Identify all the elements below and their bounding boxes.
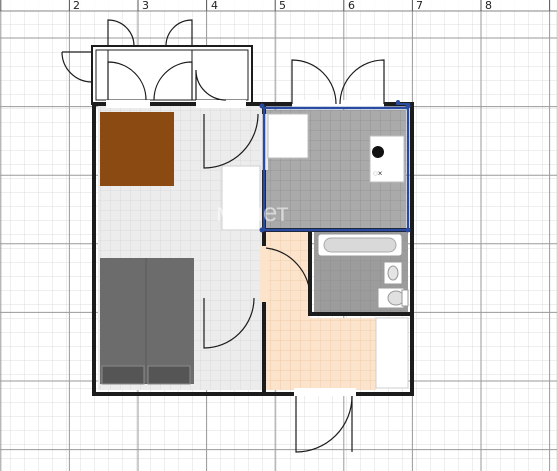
bed[interactable] [100,258,194,385]
ruler-mark-2: 2 [73,0,80,12]
cooker-burner-icon [372,146,384,158]
selection-handle[interactable] [405,227,411,233]
wardrobe[interactable] [100,112,174,186]
hallway-tiles-lower [266,318,376,390]
washbasin[interactable] [383,261,403,285]
fridge[interactable] [267,113,309,159]
top-ruler: 2 3 4 5 6 7 8 [0,0,557,12]
selection-handle[interactable] [405,103,411,109]
balcony[interactable] [91,45,253,105]
bed-pillow-left [101,365,145,385]
bed-pillow-right [147,365,191,385]
sink-icon: ◌× [373,169,383,178]
ruler-mark-4: 4 [211,0,218,12]
ruler-mark-7: 7 [416,0,423,12]
selection-handle[interactable] [396,100,400,104]
floor-plan-canvas[interactable]: 2 3 4 5 6 7 8 ◌× молет [0,0,557,471]
entrance-door-opening [294,388,356,396]
floor-plan-editor[interactable]: 2 3 4 5 6 7 8 ◌× молет [0,0,557,471]
living-room-door-opening [260,246,268,302]
selection-handle[interactable] [259,103,265,109]
ruler-mark-6: 6 [348,0,355,12]
ruler-mark-8: 8 [485,0,492,12]
selection-handle[interactable] [259,227,265,233]
balcony-window-opening [196,100,246,108]
bathtub[interactable] [317,233,403,257]
hallway-cabinet[interactable] [375,317,409,389]
ruler-mark-3: 3 [142,0,149,12]
ruler-mark-5: 5 [279,0,286,12]
watermark-text: молет [216,197,289,227]
toilet[interactable] [377,287,409,309]
balcony-door-opening [106,100,150,108]
